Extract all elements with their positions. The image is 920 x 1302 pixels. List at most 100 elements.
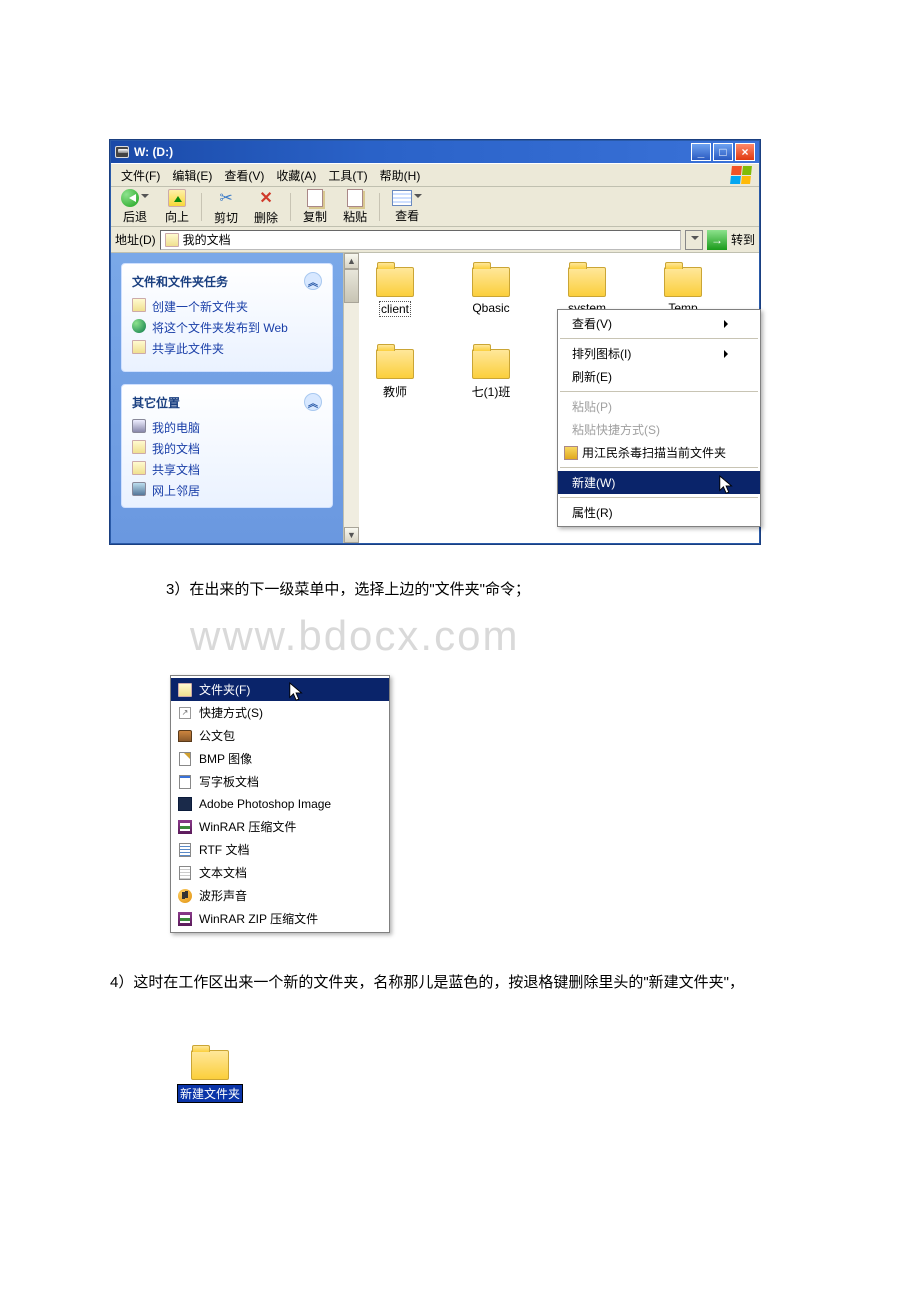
address-dropdown-button[interactable] [685,230,703,250]
menu-favorites[interactable]: 收藏(A) [270,164,322,187]
submenu-arrow-icon [724,320,732,328]
winrar-icon [177,819,193,835]
folder-item[interactable]: Qbasic [463,261,519,317]
go-button[interactable]: → [707,230,727,250]
folder-item[interactable]: 新建文件夹 [170,1044,250,1103]
file-folder-tasks-panel: 文件和文件夹任务 ︽ 创建一个新文件夹 将这个文件夹发布到 Web 共享此文件夹 [121,263,333,372]
window-titlebar[interactable]: W: (D:) _ □ × [111,141,759,163]
folder-icon [132,461,146,475]
delete-button[interactable]: ✕删除 [250,186,282,228]
file-area[interactable]: client Qbasic system Temp 教师 [359,253,759,543]
context-properties[interactable]: 属性(R) [558,501,760,524]
briefcase-icon [177,728,193,744]
zip-icon [177,911,193,927]
submenu-arrow-icon [724,479,732,487]
task-share-folder[interactable]: 共享此文件夹 [132,340,322,357]
collapse-icon[interactable]: ︽ [304,393,322,411]
context-antivirus-scan[interactable]: 用江民杀毒扫描当前文件夹 [558,441,760,464]
folder-icon [472,349,510,379]
up-button[interactable]: 向上 [161,187,193,227]
menu-view[interactable]: 查看(V) [218,164,270,187]
scroll-down-button[interactable]: ▼ [344,527,359,543]
submenu-txt[interactable]: 文本文档 [171,861,389,884]
context-paste: 粘贴(P) [558,395,760,418]
new-submenu: 文件夹(F) ↗ 快捷方式(S) 公文包 BMP 图像 写字板文档 Adobe [170,675,390,933]
scroll-up-button[interactable]: ▲ [344,253,359,269]
share-icon [132,340,146,354]
submenu-folder[interactable]: 文件夹(F) [171,678,389,701]
rtf-icon [177,842,193,858]
folder-icon [376,349,414,379]
link-network-places[interactable]: 网上邻居 [132,482,322,499]
folder-icon [568,267,606,297]
folder-icon [664,267,702,297]
folder-item[interactable]: client [367,261,423,317]
paste-button[interactable]: 粘贴 [339,187,371,227]
folder-icon [177,682,193,698]
submenu-briefcase[interactable]: 公文包 [171,724,389,747]
scroll-thumb[interactable] [344,269,359,303]
sidebar-scrollbar[interactable]: ▲ ▼ [343,253,359,543]
back-button[interactable]: 后退 [117,187,153,227]
menu-help[interactable]: 帮助(H) [374,164,427,187]
paste-icon [347,189,363,207]
context-paste-shortcut: 粘贴快捷方式(S) [558,418,760,441]
folder-label: Qbasic [472,301,509,315]
menu-file[interactable]: 文件(F) [115,164,166,187]
go-label: 转到 [731,231,755,248]
folder-label: client [379,301,411,317]
link-shared-documents[interactable]: 共享文档 [132,461,322,478]
submenu-photoshop[interactable]: Adobe Photoshop Image [171,793,389,815]
collapse-icon[interactable]: ︽ [304,272,322,290]
folder-icon [376,267,414,297]
menu-edit[interactable]: 编辑(E) [166,164,218,187]
other-places-title: 其它位置 [132,394,180,411]
maximize-button[interactable]: □ [713,143,733,161]
folder-label: 教师 [383,383,407,400]
task-create-folder[interactable]: 创建一个新文件夹 [132,298,322,315]
network-icon [132,482,146,496]
menu-tools[interactable]: 工具(T) [322,164,373,187]
submenu-zip[interactable]: WinRAR ZIP 压缩文件 [171,907,389,930]
submenu-wordpad[interactable]: 写字板文档 [171,770,389,793]
context-menu: 查看(V) 排列图标(I) 刷新(E) 粘贴(P) 粘贴快捷方式(S) [557,309,761,527]
minimize-button[interactable]: _ [691,143,711,161]
address-label: 地址(D) [115,231,156,248]
new-submenu-wrap: 文件夹(F) ↗ 快捷方式(S) 公文包 BMP 图像 写字板文档 Adobe [170,675,390,933]
new-folder-label[interactable]: 新建文件夹 [177,1084,243,1103]
submenu-shortcut[interactable]: ↗ 快捷方式(S) [171,701,389,724]
globe-icon [132,319,146,333]
explorer-window: W: (D:) _ □ × 文件(F) 编辑(E) 查看(V) 收藏(A) 工具… [110,140,760,544]
views-button[interactable]: 查看 [388,188,426,226]
submenu-wave[interactable]: 波形声音 [171,884,389,907]
antivirus-icon [564,446,578,460]
context-arrange-icons[interactable]: 排列图标(I) [558,342,760,365]
submenu-rtf[interactable]: RTF 文档 [171,838,389,861]
computer-icon [132,419,146,433]
task-publish-web[interactable]: 将这个文件夹发布到 Web [132,319,322,336]
copy-button[interactable]: 复制 [299,187,331,227]
wave-icon [177,888,193,904]
folder-icon [132,298,146,312]
link-my-documents[interactable]: 我的文档 [132,440,322,457]
close-button[interactable]: × [735,143,755,161]
tasks-panel-title: 文件和文件夹任务 [132,273,228,290]
submenu-bmp[interactable]: BMP 图像 [171,747,389,770]
new-folder-preview: 新建文件夹 [170,1044,810,1103]
folder-icon [472,267,510,297]
context-new[interactable]: 新建(W) [558,471,760,494]
scissors-icon: ✂ [219,188,232,208]
context-view[interactable]: 查看(V) [558,312,760,335]
text-icon [177,865,193,881]
menubar: 文件(F) 编辑(E) 查看(V) 收藏(A) 工具(T) 帮助(H) [111,163,759,187]
address-input[interactable]: 我的文档 [160,230,681,250]
folder-icon [132,440,146,454]
folder-icon [191,1050,229,1080]
folder-item[interactable]: 七(1)班 [463,343,519,400]
link-my-computer[interactable]: 我的电脑 [132,419,322,436]
cut-button[interactable]: ✂剪切 [210,186,242,228]
submenu-winrar[interactable]: WinRAR 压缩文件 [171,815,389,838]
address-value: 我的文档 [183,231,231,248]
context-refresh[interactable]: 刷新(E) [558,365,760,388]
folder-item[interactable]: 教师 [367,343,423,400]
